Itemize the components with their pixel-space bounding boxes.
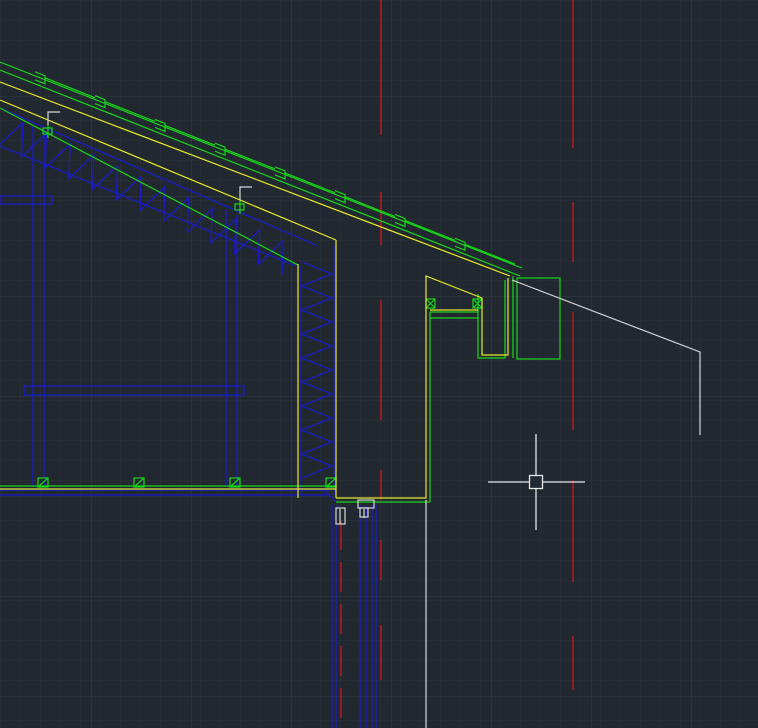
grid-major	[0, 0, 758, 728]
cad-drawing-canvas[interactable]	[0, 0, 758, 728]
